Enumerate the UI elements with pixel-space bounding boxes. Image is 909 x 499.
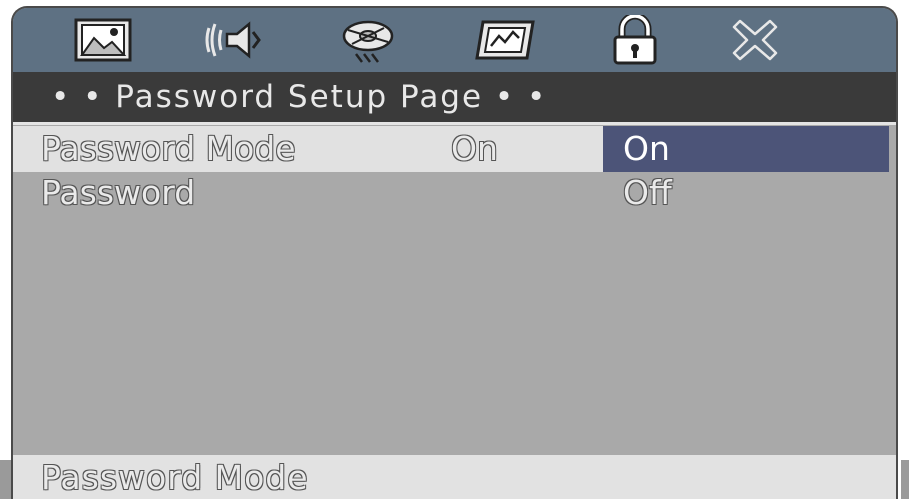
tab-video[interactable]	[338, 14, 398, 66]
tab-audio[interactable]	[203, 14, 263, 66]
preference-icon	[475, 20, 535, 60]
tab-preference[interactable]	[475, 14, 535, 66]
setting-label: Password Mode	[41, 129, 296, 168]
tab-bar	[13, 8, 896, 72]
tab-exit[interactable]	[725, 14, 785, 66]
option-on[interactable]: On	[603, 126, 889, 172]
title-divider	[13, 122, 896, 125]
setup-menu-panel: • • Password Setup Page • • Password Mod…	[11, 6, 898, 499]
page-title: • • Password Setup Page • •	[13, 72, 896, 122]
setting-row-password-mode[interactable]: Password Mode On	[13, 126, 603, 172]
setting-row-password[interactable]: Password	[13, 170, 603, 216]
lock-icon	[613, 15, 657, 65]
setting-value: On	[451, 129, 498, 168]
tab-password[interactable]	[605, 14, 665, 66]
picture-icon	[74, 18, 132, 62]
tab-general[interactable]	[73, 14, 133, 66]
disc-icon	[342, 20, 394, 63]
right-edge-bar	[901, 460, 909, 499]
option-off[interactable]: Off	[603, 170, 889, 216]
setting-label: Password	[41, 173, 196, 212]
status-bar: Password Mode	[13, 455, 896, 499]
exit-icon	[732, 19, 778, 61]
speaker-icon	[205, 21, 261, 59]
